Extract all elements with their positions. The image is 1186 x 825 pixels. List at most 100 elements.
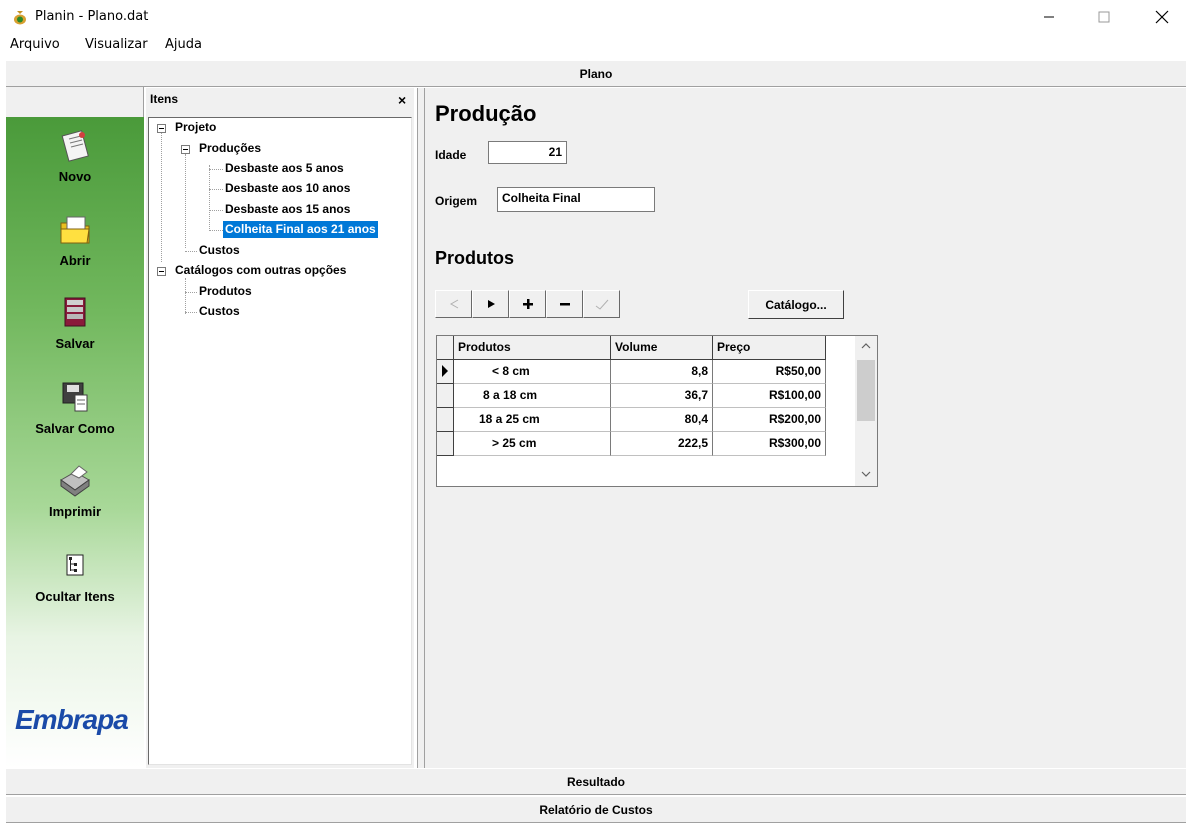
table-cell[interactable]: R$50,00 bbox=[713, 360, 826, 384]
section-plano[interactable]: Plano bbox=[6, 60, 1186, 87]
section-relatorio-custos[interactable]: Relatório de Custos bbox=[6, 796, 1186, 823]
scroll-down-icon[interactable] bbox=[861, 470, 871, 478]
menu-bar: Arquivo Visualizar Ajuda bbox=[0, 34, 1186, 56]
tree-item-desbaste-15[interactable]: Desbaste aos 15 anos bbox=[223, 201, 352, 218]
items-panel: Itens × Projeto Produções Desbaste aos 5… bbox=[146, 88, 414, 768]
idade-field[interactable]: 21 bbox=[488, 141, 567, 164]
section-relatorio-label: Relatório de Custos bbox=[539, 802, 653, 817]
window-title: Planin - Plano.dat bbox=[35, 9, 149, 24]
imprimir-button[interactable]: Imprimir bbox=[6, 462, 144, 519]
projeto-collapse-icon[interactable] bbox=[157, 124, 166, 133]
add-record-button[interactable] bbox=[509, 290, 546, 318]
items-close-icon[interactable]: × bbox=[398, 92, 406, 108]
row-indicator[interactable] bbox=[437, 408, 454, 432]
catalogo-button[interactable]: Catálogo... bbox=[748, 290, 844, 319]
ocultar-itens-label: Ocultar Itens bbox=[35, 589, 115, 604]
section-resultado-label: Resultado bbox=[566, 774, 625, 789]
section-resultado[interactable]: Resultado bbox=[6, 768, 1186, 795]
scroll-up-icon[interactable] bbox=[861, 342, 871, 350]
panel-splitter[interactable] bbox=[417, 88, 425, 768]
menu-arquivo[interactable]: Arquivo bbox=[10, 37, 60, 52]
current-row-icon bbox=[442, 365, 448, 377]
delete-record-icon bbox=[559, 303, 570, 306]
tree-line bbox=[209, 210, 223, 211]
tree-line bbox=[209, 169, 223, 170]
tree-item-catalogo-produtos[interactable]: Produtos bbox=[197, 283, 254, 300]
tree-item-desbaste-10[interactable]: Desbaste aos 10 anos bbox=[223, 180, 352, 197]
products-grid[interactable]: Produtos Volume Preço < 8 cm 8,8 R$50,00… bbox=[436, 335, 878, 487]
add-record-icon bbox=[522, 299, 533, 309]
table-cell[interactable]: 8 a 18 cm bbox=[454, 384, 611, 408]
items-tree[interactable]: Projeto Produções Desbaste aos 5 anos De… bbox=[148, 117, 412, 765]
menu-visualizar[interactable]: Visualizar bbox=[85, 37, 148, 52]
tree-item-custos[interactable]: Custos bbox=[197, 242, 242, 259]
table-cell[interactable]: > 25 cm bbox=[454, 432, 611, 456]
abrir-label: Abrir bbox=[59, 253, 91, 268]
scrollbar-thumb[interactable] bbox=[857, 360, 875, 421]
maximize-button[interactable] bbox=[1081, 0, 1127, 34]
menu-ajuda[interactable]: Ajuda bbox=[165, 37, 202, 52]
row-indicator[interactable] bbox=[437, 360, 454, 384]
confirm-record-button[interactable] bbox=[583, 290, 620, 318]
section-plano-label: Plano bbox=[579, 66, 613, 81]
ocultar-itens-button[interactable]: Ocultar Itens bbox=[6, 547, 144, 604]
imprimir-label: Imprimir bbox=[48, 504, 101, 519]
tree-item-catalogos[interactable]: Catálogos com outras opções bbox=[173, 262, 348, 279]
table-cell[interactable]: R$100,00 bbox=[713, 384, 826, 408]
novo-button[interactable]: Novo bbox=[6, 127, 144, 184]
delete-record-button[interactable] bbox=[546, 290, 583, 318]
table-cell[interactable]: 36,7 bbox=[611, 384, 713, 408]
close-button[interactable] bbox=[1139, 0, 1185, 34]
producoes-collapse-icon[interactable] bbox=[181, 145, 190, 154]
close-icon bbox=[1155, 10, 1169, 24]
tree-line bbox=[185, 292, 197, 293]
origem-label: Origem bbox=[435, 194, 478, 208]
tree-line bbox=[161, 132, 162, 262]
table-cell[interactable]: 8,8 bbox=[611, 360, 713, 384]
first-record-button[interactable] bbox=[435, 290, 472, 318]
left-toolbar: Novo Abrir Salvar Salvar Como Imprimir O… bbox=[6, 87, 144, 768]
salvar-como-label: Salvar Como bbox=[35, 421, 115, 436]
minimize-icon bbox=[1044, 16, 1054, 18]
tree-icon bbox=[66, 554, 84, 576]
salvar-como-button[interactable]: Salvar Como bbox=[6, 379, 144, 436]
tree-item-desbaste-5[interactable]: Desbaste aos 5 anos bbox=[223, 160, 346, 177]
save-as-icon bbox=[62, 382, 88, 412]
table-cell[interactable]: 18 a 25 cm bbox=[454, 408, 611, 432]
tree-item-producoes[interactable]: Produções bbox=[197, 140, 263, 157]
table-cell[interactable]: 222,5 bbox=[611, 432, 713, 456]
confirm-record-icon bbox=[595, 299, 608, 310]
catalogos-collapse-icon[interactable] bbox=[157, 267, 166, 276]
vertical-scrollbar[interactable] bbox=[855, 336, 877, 486]
origem-field[interactable]: Colheita Final bbox=[497, 187, 655, 212]
next-record-button[interactable] bbox=[472, 290, 509, 318]
printer-icon bbox=[60, 465, 90, 497]
tree-line bbox=[185, 312, 197, 313]
tree-line bbox=[209, 230, 223, 231]
first-record-icon bbox=[449, 299, 458, 309]
table-cell[interactable]: < 8 cm bbox=[454, 360, 611, 384]
minimize-button[interactable] bbox=[1026, 0, 1072, 34]
page-title: Produção bbox=[435, 101, 537, 126]
tree-item-colheita-final[interactable]: Colheita Final aos 21 anos bbox=[223, 221, 378, 238]
column-header-produtos[interactable]: Produtos bbox=[454, 336, 611, 360]
table-cell[interactable]: R$200,00 bbox=[713, 408, 826, 432]
column-header-preco[interactable]: Preço bbox=[713, 336, 826, 360]
tree-item-catalogo-custos[interactable]: Custos bbox=[197, 303, 242, 320]
record-navigator bbox=[435, 290, 620, 318]
save-book-icon bbox=[64, 297, 86, 327]
table-cell[interactable]: R$300,00 bbox=[713, 432, 826, 456]
column-header-volume[interactable]: Volume bbox=[611, 336, 713, 360]
new-document-icon bbox=[61, 130, 89, 162]
row-indicator[interactable] bbox=[437, 432, 454, 456]
tree-item-projeto[interactable]: Projeto bbox=[173, 119, 218, 136]
novo-label: Novo bbox=[58, 169, 92, 184]
abrir-button[interactable]: Abrir bbox=[6, 211, 144, 268]
table-cell[interactable]: 80,4 bbox=[611, 408, 713, 432]
tree-line bbox=[209, 165, 210, 229]
maximize-icon bbox=[1098, 11, 1110, 23]
row-indicator[interactable] bbox=[437, 384, 454, 408]
tree-line bbox=[185, 154, 186, 248]
app-money-bag-icon bbox=[14, 11, 26, 25]
salvar-button[interactable]: Salvar bbox=[6, 294, 144, 351]
